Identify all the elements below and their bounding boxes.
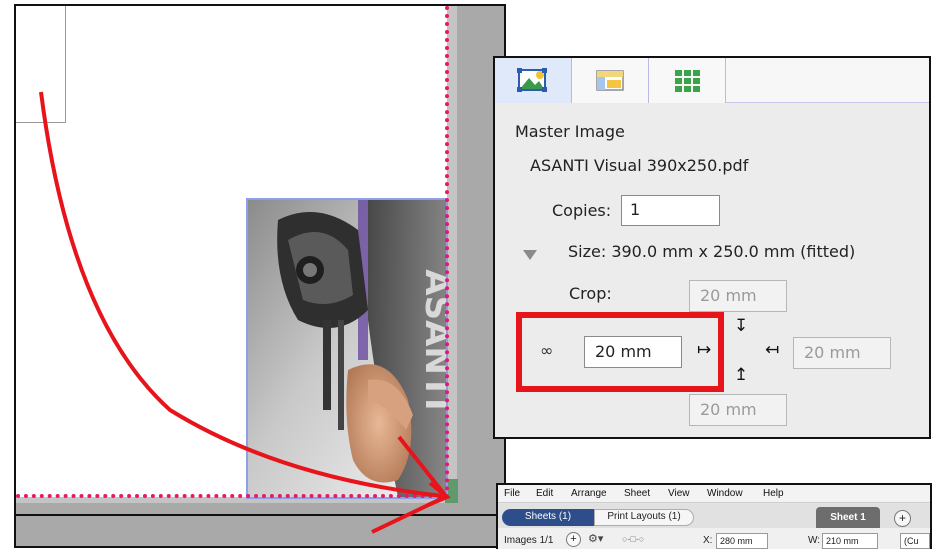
- x-position-input[interactable]: 280 mm: [716, 533, 768, 549]
- placed-image-thumbnail: ASANTI: [248, 200, 446, 497]
- add-sheet-button[interactable]: +: [894, 510, 911, 527]
- crop-left-highlight: [516, 312, 724, 392]
- images-count: Images 1/1: [504, 535, 554, 546]
- right-edge-arrow-icon: ↤: [765, 340, 780, 360]
- menu-file[interactable]: File: [504, 488, 520, 499]
- tab-grid-settings[interactable]: [649, 58, 726, 103]
- copies-input[interactable]: 1: [621, 195, 720, 226]
- image-watermark-text: ASANTI: [417, 269, 446, 410]
- image-size-text: Size: 390.0 mm x 250.0 mm (fitted): [568, 242, 856, 261]
- gear-icon[interactable]: ⚙▾: [588, 532, 603, 545]
- master-image-panel: Master Image ASANTI Visual 390x250.pdf C…: [493, 56, 931, 439]
- layout-canvas[interactable]: ASANTI: [14, 4, 506, 548]
- crop-bottom-input[interactable]: 20 mm: [689, 394, 787, 426]
- menu-sheet[interactable]: Sheet: [624, 488, 650, 499]
- panel-tab-bar: [495, 58, 929, 103]
- tab-layout-settings[interactable]: [572, 58, 649, 103]
- tab-sheets[interactable]: Sheets (1): [502, 509, 594, 526]
- view-tab-bar: Sheets (1) Print Layouts (1) Sheet 1 +: [498, 504, 930, 528]
- menu-window[interactable]: Window: [707, 488, 743, 499]
- size-disclosure-triangle-icon[interactable]: [523, 250, 537, 260]
- top-edge-arrow-icon: ↧: [734, 316, 749, 336]
- crop-label: Crop:: [569, 284, 612, 303]
- unit-dropdown[interactable]: (Cu: [900, 533, 930, 549]
- placed-image-frame[interactable]: ASANTI: [246, 198, 448, 499]
- copies-label: Copies:: [552, 201, 612, 220]
- trim-line-right: [445, 6, 449, 499]
- sheet-1-tab[interactable]: Sheet 1: [816, 507, 880, 528]
- menu-bar: File Edit Arrange Sheet View Window Help: [498, 485, 930, 503]
- image-file-name: ASANTI Visual 390x250.pdf: [530, 156, 749, 175]
- trim-line-bottom: [16, 494, 449, 498]
- app-window-snippet: File Edit Arrange Sheet View Window Help…: [496, 483, 932, 549]
- tab-print-layouts[interactable]: Print Layouts (1): [594, 509, 694, 526]
- grid-icon: [675, 70, 700, 92]
- menu-view[interactable]: View: [668, 488, 690, 499]
- width-input[interactable]: 210 mm: [822, 533, 878, 549]
- panel-title: Master Image: [515, 122, 625, 141]
- menu-edit[interactable]: Edit: [536, 488, 553, 499]
- width-label: W:: [808, 535, 821, 546]
- menu-arrange[interactable]: Arrange: [571, 488, 607, 499]
- canvas-divider: [16, 514, 504, 516]
- add-image-button[interactable]: +: [566, 532, 581, 547]
- margin-guide: [16, 6, 66, 123]
- chain-link-icon[interactable]: ○-□-○: [622, 534, 644, 544]
- crop-top-input[interactable]: 20 mm: [689, 280, 787, 312]
- image-toolbar: Images 1/1 + ⚙▾ ○-□-○ X: 280 mm W: 210 m…: [498, 528, 930, 549]
- image-layer-icon: [517, 68, 547, 92]
- bottom-edge-arrow-icon: ↥: [734, 365, 749, 385]
- x-position-label: X:: [703, 535, 713, 546]
- layout-icon: [596, 70, 624, 91]
- menu-help[interactable]: Help: [763, 488, 784, 499]
- tab-image-properties[interactable]: [495, 58, 572, 103]
- crop-right-input[interactable]: 20 mm: [793, 337, 891, 369]
